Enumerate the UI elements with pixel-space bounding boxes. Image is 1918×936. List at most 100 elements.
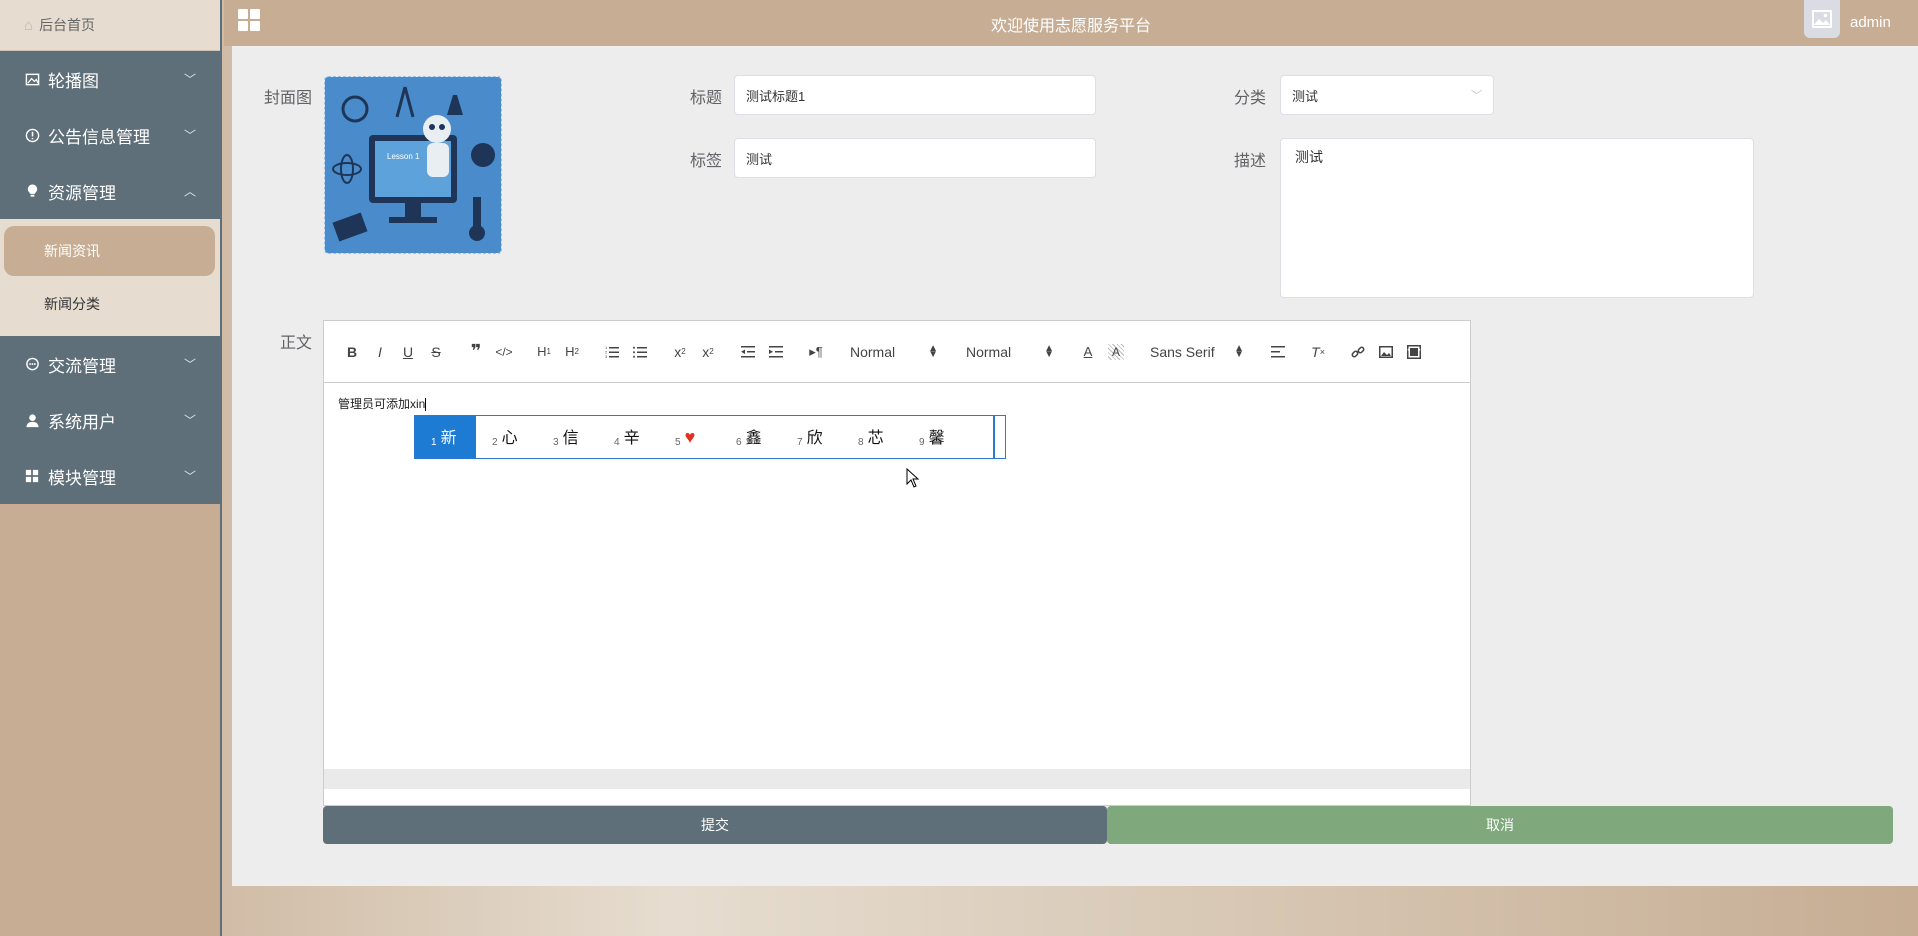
- editor-footer: [324, 769, 1470, 789]
- description-label: 描述: [1234, 153, 1267, 170]
- sidebar-item-carousel[interactable]: 轮播图 ﹀: [0, 51, 220, 107]
- submit-button[interactable]: 提交: [323, 806, 1107, 844]
- header1-button[interactable]: H1: [530, 340, 558, 364]
- sidebar-item-resources[interactable]: 资源管理 ︿: [0, 163, 220, 219]
- ime-candidate[interactable]: 8芯: [842, 416, 903, 458]
- header2-button[interactable]: H2: [558, 340, 586, 364]
- top-header: 欢迎使用志愿服务平台 admin: [224, 0, 1918, 46]
- bold-button[interactable]: B: [338, 340, 366, 364]
- font-picker[interactable]: Sans Serif ▲ ▼: [1142, 342, 1252, 360]
- cover-image-upload[interactable]: Lesson 1: [324, 76, 502, 254]
- ime-candidate-text: 辛: [623, 430, 640, 447]
- sidebar-item-label: 模块管理: [48, 468, 116, 488]
- sidebar-menu: 轮播图 ﹀ 公告信息管理 ﹀ 资源管理 ︿: [0, 51, 220, 219]
- editor-toolbar: B I U S ❞ </> H1 H2 123 x2 x2 ▸¶ Normal …: [324, 321, 1470, 383]
- cover-image: Lesson 1: [325, 77, 501, 253]
- superscript-button[interactable]: x2: [694, 340, 722, 364]
- chevron-down-icon: ﹀: [183, 357, 196, 372]
- chevron-down-icon: ﹀: [183, 72, 196, 87]
- sidebar-home[interactable]: ⌂ 后台首页: [0, 0, 220, 51]
- subscript-button[interactable]: x2: [666, 340, 694, 364]
- ime-candidate[interactable]: 7欣: [781, 416, 842, 458]
- sidebar-item-notice[interactable]: 公告信息管理 ﹀: [0, 107, 220, 163]
- ime-candidate-text: 欣: [806, 430, 823, 447]
- indent-icon[interactable]: [762, 340, 790, 364]
- content-label: 正文: [280, 335, 313, 352]
- text-direction-icon[interactable]: ▸¶: [802, 340, 830, 364]
- editor-text: 管理员可添加xin: [338, 397, 426, 411]
- svg-text:3: 3: [605, 354, 608, 358]
- outdent-icon[interactable]: [734, 340, 762, 364]
- submit-button-label: 提交: [701, 817, 729, 833]
- link-icon[interactable]: [1344, 340, 1372, 364]
- sidebar-item-label: 系统用户: [48, 412, 116, 432]
- user-icon: [22, 413, 42, 428]
- updown-icon: ▲ ▼: [1234, 342, 1244, 360]
- ime-candidate[interactable]: 9馨: [903, 416, 964, 458]
- tag-input[interactable]: 测试: [734, 138, 1096, 178]
- title-input-value: 测试标题1: [746, 88, 806, 104]
- description-textarea[interactable]: 测试: [1280, 138, 1754, 298]
- sidebar: ⌂ 后台首页 轮播图 ﹀ 公告信息管理 ﹀ 资源管理 ︿ 新闻资讯 新闻分类 交…: [0, 0, 222, 936]
- ordered-list-icon[interactable]: 123: [598, 340, 626, 364]
- sidebar-subitem-news[interactable]: 新闻资讯: [4, 226, 215, 276]
- video-icon[interactable]: [1400, 340, 1428, 364]
- italic-button[interactable]: I: [366, 340, 394, 364]
- sidebar-item-modules[interactable]: 模块管理 ﹀: [0, 448, 220, 504]
- category-select[interactable]: 测试 ﹀: [1280, 75, 1494, 115]
- cancel-button[interactable]: 取消: [1107, 806, 1893, 844]
- updown-icon: ▲ ▼: [928, 342, 938, 360]
- ime-candidate[interactable]: 3信: [537, 416, 598, 458]
- chevron-down-icon: ﹀: [183, 413, 196, 428]
- size-picker[interactable]: Normal ▲ ▼: [958, 343, 1062, 360]
- sidebar-item-communication[interactable]: 交流管理 ﹀: [0, 336, 220, 392]
- underline-button[interactable]: U: [394, 340, 422, 364]
- ime-candidate-text: 心: [501, 430, 518, 447]
- ime-divider: [993, 416, 995, 458]
- tag-label: 标签: [690, 153, 723, 170]
- sidebar-item-label: 交流管理: [48, 356, 116, 376]
- rich-text-editor: B I U S ❞ </> H1 H2 123 x2 x2 ▸¶ Normal …: [323, 320, 1471, 806]
- strike-button[interactable]: S: [422, 340, 450, 364]
- background-color-icon[interactable]: A: [1108, 343, 1124, 360]
- cancel-button-label: 取消: [1486, 817, 1514, 833]
- image-icon[interactable]: [1372, 340, 1400, 364]
- bullet-list-icon[interactable]: [626, 340, 654, 364]
- description-value: 测试: [1295, 149, 1323, 165]
- category-select-value: 测试: [1292, 88, 1319, 104]
- code-block-button[interactable]: </>: [490, 340, 518, 364]
- ime-candidate-text: ♥: [684, 427, 696, 447]
- mouse-cursor-icon: [906, 468, 920, 488]
- sidebar-subitem-label: 新闻分类: [44, 296, 100, 312]
- clear-format-icon[interactable]: T ×: [1304, 340, 1332, 364]
- ime-candidate[interactable]: 4辛: [598, 416, 659, 458]
- text-color-icon[interactable]: A: [1074, 340, 1102, 364]
- blockquote-button[interactable]: ❞: [462, 340, 490, 364]
- ime-candidate[interactable]: 1新: [415, 416, 476, 458]
- ime-candidate-text: 鑫: [745, 430, 762, 447]
- ime-candidate-text: 新: [440, 430, 457, 447]
- chevron-down-icon: ﹀: [183, 469, 196, 484]
- text-caret: [425, 398, 427, 412]
- avatar[interactable]: [1804, 0, 1840, 38]
- ime-candidate-text: 信: [562, 430, 579, 447]
- sidebar-home-label: 后台首页: [39, 17, 96, 33]
- title-input[interactable]: 测试标题1: [734, 75, 1096, 115]
- home-icon: ⌂: [24, 16, 34, 34]
- title-label: 标题: [690, 90, 723, 107]
- ime-candidate[interactable]: 6鑫: [720, 416, 781, 458]
- sidebar-subitem-news-category[interactable]: 新闻分类: [4, 279, 215, 329]
- sidebar-item-system-users[interactable]: 系统用户 ﹀: [0, 392, 220, 448]
- lightbulb-icon: [22, 183, 42, 199]
- image-placeholder-icon: [1812, 10, 1832, 28]
- sidebar-item-label: 资源管理: [48, 183, 116, 203]
- chevron-up-icon: ︿: [183, 184, 196, 199]
- cover-label: 封面图: [264, 90, 313, 107]
- ime-candidate-text: 芯: [867, 430, 884, 447]
- ime-candidate[interactable]: 2心: [476, 416, 537, 458]
- header-username[interactable]: admin: [1850, 14, 1891, 31]
- category-label: 分类: [1234, 90, 1267, 107]
- ime-candidate[interactable]: 5 ♥: [659, 416, 720, 458]
- header-picker[interactable]: Normal ▲ ▼: [842, 342, 946, 360]
- align-left-icon[interactable]: [1264, 340, 1292, 364]
